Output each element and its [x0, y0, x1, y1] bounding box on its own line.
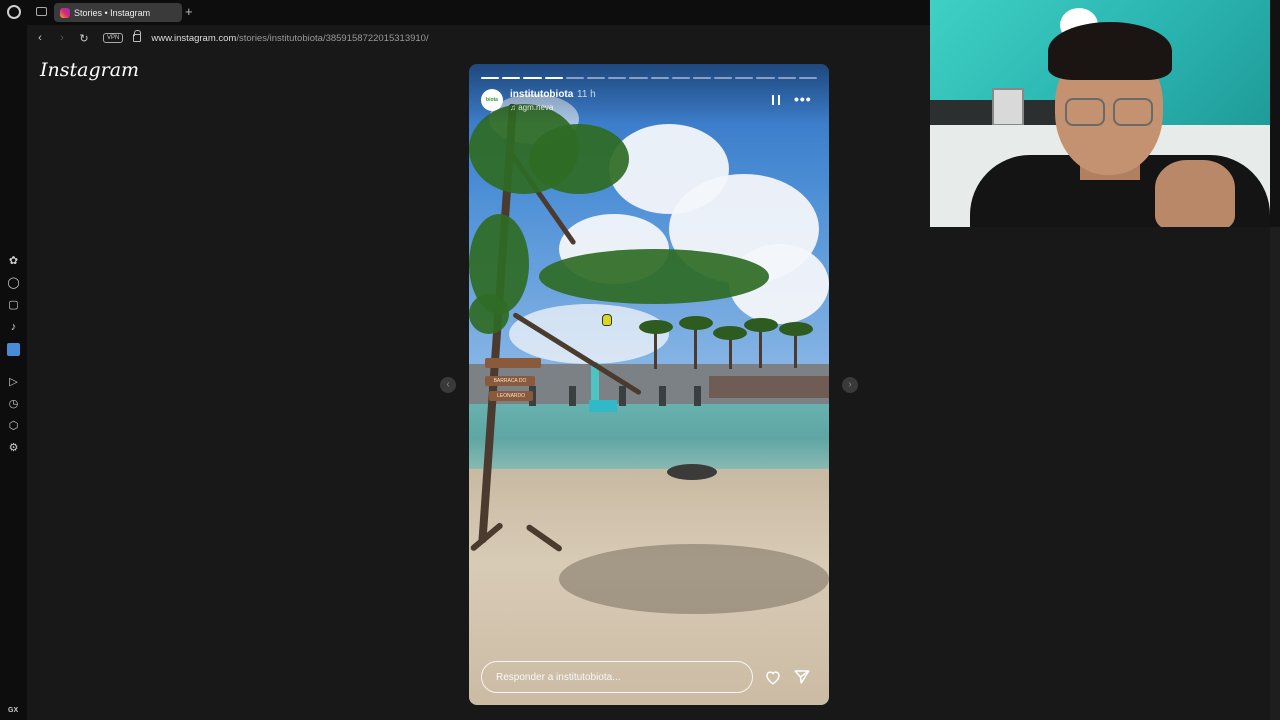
picture-frame — [992, 88, 1024, 126]
progress-segment — [523, 77, 542, 79]
palm-trunk — [694, 324, 697, 369]
sign-top — [485, 358, 541, 368]
story-time: 11 h — [577, 89, 596, 100]
palm-trunk — [759, 326, 762, 368]
more-options-icon[interactable]: ••• — [794, 92, 812, 106]
instagram-page: Instagram ‹ › BARRACA DO LEONARDO biota … — [27, 51, 930, 720]
palm-trunk — [654, 329, 657, 369]
url-domain: www.instagram.com — [151, 32, 237, 44]
rocks — [709, 376, 829, 398]
progress-segment — [608, 77, 627, 79]
progress-segment — [756, 77, 775, 79]
progress-segment — [629, 77, 648, 79]
previous-story-arrow-icon[interactable]: ‹ — [440, 377, 456, 393]
pause-icon[interactable] — [772, 95, 780, 105]
story-avatar[interactable]: biota — [481, 89, 503, 111]
right-empty-area — [930, 227, 1270, 720]
reload-icon[interactable]: ↻ — [75, 32, 93, 45]
progress-segment — [650, 77, 669, 79]
progress-segment — [714, 77, 733, 79]
url-field[interactable]: www.instagram.com/stories/institutobiota… — [151, 33, 428, 44]
webcam-overlay — [930, 0, 1270, 227]
sign-middle: BARRACA DO — [485, 376, 535, 386]
glasses-left — [1065, 98, 1105, 126]
extensions-icon[interactable]: ⬡ — [7, 420, 20, 433]
palm-top — [679, 316, 713, 330]
instagram-logo[interactable]: Instagram — [40, 59, 139, 81]
palm-top — [779, 322, 813, 336]
history-icon[interactable]: ◷ — [7, 398, 20, 411]
story-progress-bar — [481, 77, 817, 79]
address-bar: ‹ › ↻ VPN www.instagram.com/stories/inst… — [27, 25, 930, 51]
statue-base — [589, 400, 617, 412]
cloud — [509, 304, 669, 364]
tab-bar: Stories • Instagram + — [0, 0, 930, 25]
send-icon[interactable] — [793, 668, 811, 686]
person-hand — [1155, 160, 1235, 227]
progress-segment — [692, 77, 712, 79]
tab-switcher-icon[interactable] — [36, 7, 47, 16]
progress-segment — [735, 77, 754, 79]
pier-leg — [619, 386, 626, 406]
whatsapp-icon[interactable]: ◯ — [7, 277, 20, 290]
back-arrow-icon[interactable]: ‹ — [31, 32, 49, 44]
tree-foliage — [469, 294, 509, 334]
forward-arrow-icon[interactable]: › — [53, 32, 71, 44]
palm-top — [639, 320, 673, 334]
tiktok-icon[interactable]: ♪ — [7, 321, 20, 334]
pier-leg — [569, 386, 576, 406]
reply-input[interactable] — [481, 661, 753, 693]
tab-title: Stories • Instagram — [74, 7, 151, 18]
pier-leg — [694, 386, 701, 406]
progress-segment — [671, 77, 690, 79]
story-username[interactable]: institutobiota — [510, 89, 573, 100]
story-audio-text: agm.neva — [518, 103, 554, 112]
send-sidebar-icon[interactable]: ▷ — [7, 376, 20, 389]
gx-label[interactable]: GX — [8, 707, 18, 714]
instagram-favicon-icon — [60, 7, 70, 18]
progress-segment — [777, 77, 796, 79]
story-audio-label[interactable]: ♫ agm.neva — [510, 103, 553, 112]
palm-top — [713, 326, 747, 340]
progress-segment — [565, 77, 584, 79]
progress-segment — [502, 77, 521, 79]
next-story-arrow-icon[interactable]: › — [842, 377, 858, 393]
screen: Stories • Instagram + ✿ ◯ ▢ ♪ ▷ ◷ ⬡ ⚙ GX… — [0, 0, 1280, 720]
lock-icon[interactable] — [133, 30, 142, 42]
progress-segment — [586, 77, 606, 79]
story-viewer[interactable]: BARRACA DO LEONARDO biota institutobiota… — [469, 64, 829, 705]
person-hair — [1048, 22, 1172, 80]
pier-leg — [659, 386, 666, 406]
mouse-cursor-icon — [602, 314, 612, 326]
tree-foliage — [529, 124, 629, 194]
vpn-badge[interactable]: VPN — [103, 33, 124, 43]
url-path: /stories/institutobiota/3859158722015313… — [236, 32, 429, 44]
new-tab-plus-icon[interactable]: + — [185, 4, 193, 20]
opera-logo-icon[interactable] — [7, 5, 21, 19]
heart-icon[interactable] — [764, 668, 782, 686]
right-scrollbar[interactable] — [1270, 227, 1280, 720]
instagram-icon[interactable]: ▢ — [7, 299, 20, 312]
tree-shadow — [559, 544, 829, 614]
progress-segment — [544, 77, 563, 79]
tab-instagram-stories[interactable]: Stories • Instagram — [54, 3, 182, 22]
sign-bottom: LEONARDO — [489, 391, 533, 401]
app-icon[interactable] — [7, 343, 20, 356]
progress-segment — [481, 77, 500, 79]
settings-gear-icon[interactable]: ⚙ — [7, 442, 20, 455]
chatgpt-icon[interactable]: ✿ — [7, 255, 20, 268]
browser-sidebar: ✿ ◯ ▢ ♪ ▷ ◷ ⬡ ⚙ GX ··· — [0, 25, 27, 720]
glasses-right — [1113, 98, 1153, 126]
palm-top — [744, 318, 778, 332]
tree-foliage — [539, 249, 769, 304]
progress-segment — [798, 77, 817, 79]
beach-rock — [667, 464, 717, 480]
